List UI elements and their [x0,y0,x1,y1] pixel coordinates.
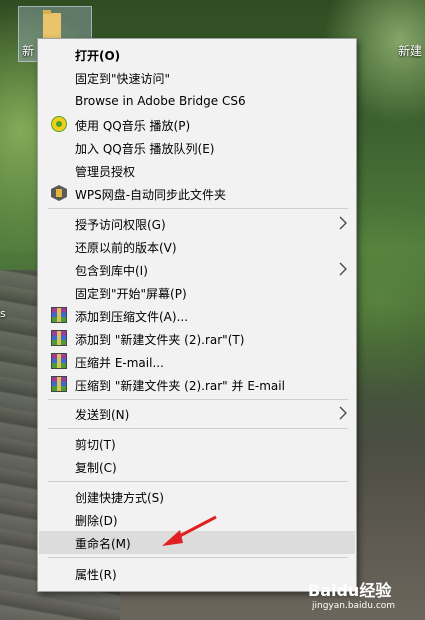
menu-item-label: 加入 QQ音乐 播放队列(E) [75,142,215,156]
wps-cloud-icon [51,185,67,201]
menu-item-qq-music-play[interactable]: 使用 QQ音乐 播放(P) [39,113,355,136]
chevron-right-icon [339,406,347,420]
menu-item-label: 剪切(T) [75,438,116,452]
menu-item-label: 打开(O) [75,49,121,63]
menu-item-pin-start[interactable]: 固定到"开始"屏幕(P) [39,281,355,304]
menu-item-cut[interactable]: 剪切(T) [39,432,355,455]
menu-item-label: 固定到"快速访问" [75,72,171,86]
menu-item-label: 发送到(N) [75,408,130,422]
qq-music-icon [51,116,67,132]
baidu-watermark: Baidu经验 jingyan.baidu.com [304,575,420,617]
menu-separator [48,557,348,558]
menu-item-label: 还原以前的版本(V) [75,241,177,255]
menu-item-label: 添加到压缩文件(A)... [75,310,189,324]
desktop-icon-label-left: 新 [22,44,35,58]
menu-item-copy[interactable]: 复制(C) [39,455,355,478]
desktop-icon-label-right[interactable]: 新建 [398,42,422,59]
menu-item-compress-rar-email[interactable]: 压缩到 "新建文件夹 (2).rar" 并 E-mail [39,373,355,396]
chevron-right-icon [339,216,347,230]
menu-item-label: Browse in Adobe Bridge CS6 [75,94,246,108]
menu-item-label: 固定到"开始"屏幕(P) [75,287,187,301]
menu-item-open[interactable]: 打开(O) [39,43,355,66]
desktop-left-text: s [0,307,6,320]
menu-separator [48,399,348,400]
menu-item-label: 创建快捷方式(S) [75,491,164,505]
menu-item-label: 包含到库中(I) [75,264,148,278]
menu-separator [48,481,348,482]
menu-item-pin-quick-access[interactable]: 固定到"快速访问" [39,66,355,89]
menu-item-label: 使用 QQ音乐 播放(P) [75,119,191,133]
red-arrow-pointer [162,515,217,546]
menu-item-label: 压缩到 "新建文件夹 (2).rar" 并 E-mail [75,379,285,393]
menu-item-label: 删除(D) [75,514,118,528]
context-menu: 打开(O) 固定到"快速访问" Browse in Adobe Bridge C… [37,38,357,592]
menu-item-create-shortcut[interactable]: 创建快捷方式(S) [39,485,355,508]
watermark-brand: Baidu经验 [308,581,392,600]
watermark-url: jingyan.baidu.com [312,601,396,611]
menu-item-grant-access[interactable]: 授予访问权限(G) [39,212,355,235]
menu-separator [48,208,348,209]
menu-item-label: WPS网盘-自动同步此文件夹 [75,188,227,202]
menu-item-qq-music-queue[interactable]: 加入 QQ音乐 播放队列(E) [39,136,355,159]
menu-item-label: 授予访问权限(G) [75,218,166,232]
menu-item-label: 添加到 "新建文件夹 (2).rar"(T) [75,333,245,347]
menu-item-compress-email[interactable]: 压缩并 E-mail... [39,350,355,373]
menu-item-include-library[interactable]: 包含到库中(I) [39,258,355,281]
menu-item-adobe-bridge[interactable]: Browse in Adobe Bridge CS6 [39,90,355,113]
chevron-right-icon [339,262,347,276]
menu-item-wps-sync[interactable]: WPS网盘-自动同步此文件夹 [39,182,355,205]
menu-separator [48,428,348,429]
menu-item-admin-auth[interactable]: 管理员授权 [39,159,355,182]
winrar-icon [51,353,67,369]
winrar-icon [51,330,67,346]
menu-item-label: 管理员授权 [75,165,136,179]
menu-item-add-archive[interactable]: 添加到压缩文件(A)... [39,304,355,327]
menu-item-label: 复制(C) [75,461,117,475]
menu-item-label: 重命名(M) [75,537,131,551]
menu-item-add-rar[interactable]: 添加到 "新建文件夹 (2).rar"(T) [39,327,355,350]
menu-item-label: 压缩并 E-mail... [75,356,164,370]
winrar-icon [51,376,67,392]
menu-item-send-to[interactable]: 发送到(N) [39,402,355,425]
menu-item-label: 属性(R) [75,568,117,582]
winrar-icon [51,307,67,323]
menu-item-restore-versions[interactable]: 还原以前的版本(V) [39,235,355,258]
